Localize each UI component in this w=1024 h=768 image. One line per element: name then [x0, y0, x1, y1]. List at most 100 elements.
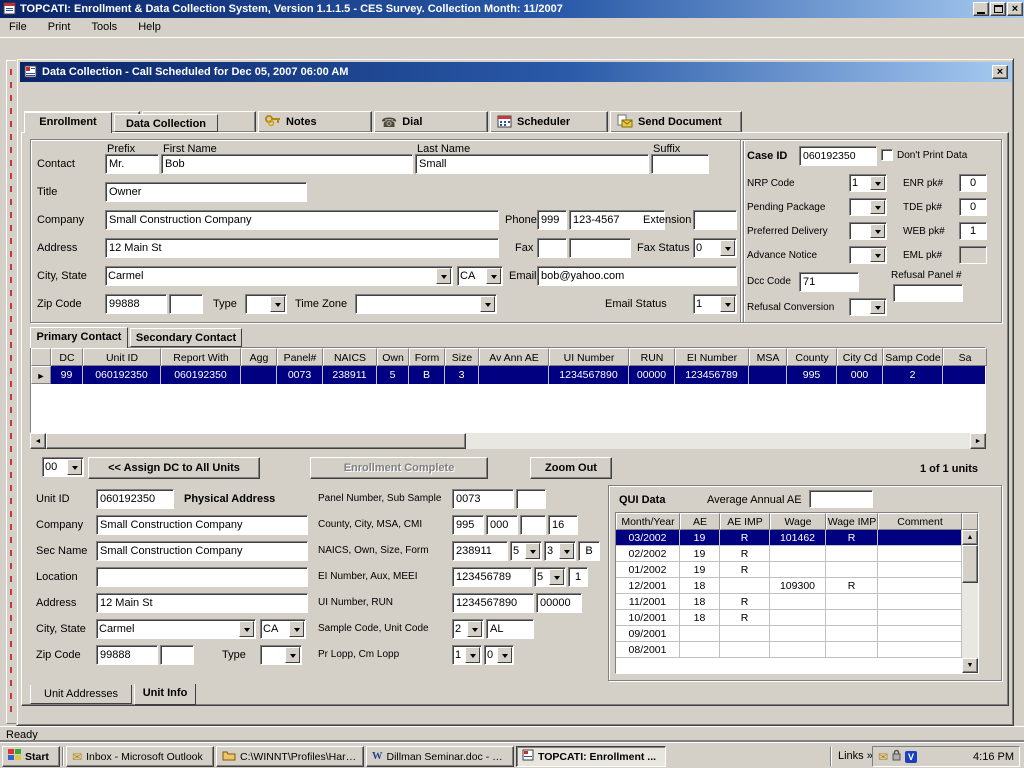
menu-print[interactable]: Print	[39, 18, 80, 35]
maximize-button[interactable]	[990, 2, 1006, 16]
refusal-conversion-select[interactable]	[849, 298, 887, 316]
col-header-naics[interactable]: NAICS	[323, 348, 377, 366]
qui-row[interactable]: 02/200219R	[616, 546, 978, 562]
col-header-agg[interactable]: Agg	[241, 348, 277, 366]
col-header-ui-number[interactable]: UI Number	[549, 348, 629, 366]
size-select[interactable]: 3	[544, 541, 576, 561]
qui-col-ae[interactable]: AE	[680, 513, 720, 530]
unit-type-select[interactable]	[260, 645, 302, 665]
start-button[interactable]: Start	[2, 746, 60, 767]
col-header-report-with[interactable]: Report With	[161, 348, 241, 366]
type-select[interactable]	[245, 294, 287, 314]
own-select[interactable]: 5	[510, 541, 542, 561]
qui-row[interactable]: 10/200118R	[616, 610, 978, 626]
close-button[interactable]: ×	[1007, 2, 1023, 16]
qui-row[interactable]: 08/2001	[616, 642, 978, 658]
col-header-city-cd[interactable]: City Cd	[837, 348, 883, 366]
qui-col-ae-imp[interactable]: AE IMP	[720, 513, 770, 530]
menu-help[interactable]: Help	[129, 18, 170, 35]
dc-select[interactable]: 00	[42, 457, 84, 477]
qui-col-wage-imp[interactable]: Wage IMP	[826, 513, 878, 530]
panel-number-field[interactable]: 0073	[452, 489, 514, 509]
col-header-own[interactable]: Own	[377, 348, 409, 366]
run-field[interactable]: 00000	[536, 593, 582, 613]
email-field[interactable]: bob@yahoo.com	[537, 266, 737, 286]
tab-primary-contact[interactable]: Primary Contact	[30, 327, 128, 348]
last-name-field[interactable]: Small	[415, 154, 649, 174]
send-document-button[interactable]: Send Document	[610, 111, 742, 133]
fax-area-field[interactable]	[537, 238, 567, 258]
city-select[interactable]: Carmel	[105, 266, 453, 286]
title-field[interactable]: Owner	[105, 182, 307, 202]
extension-field[interactable]	[693, 210, 737, 230]
qui-row[interactable]: 09/2001	[616, 626, 978, 642]
ei-number-field[interactable]: 123456789	[452, 567, 532, 587]
col-header-dc[interactable]: DC	[51, 348, 83, 366]
fax-status-select[interactable]: 0	[693, 238, 737, 258]
zip-ext-field[interactable]	[169, 294, 203, 314]
units-grid-row[interactable]: ► 99 060192350 060192350 0073 238911 5 B…	[31, 366, 985, 384]
sub-sample-field[interactable]	[516, 489, 546, 509]
unit-company-field[interactable]: Small Construction Company	[96, 515, 308, 535]
menu-file[interactable]: File	[0, 18, 36, 35]
cm-lopp-select[interactable]: 0	[484, 645, 514, 665]
col-header-panel[interactable]: Panel#	[277, 348, 323, 366]
taskbar-item-topcati[interactable]: TOPCATI: Enrollment ...	[516, 746, 666, 767]
phone-area-field[interactable]: 999	[537, 210, 567, 230]
qui-col-comment[interactable]: Comment	[878, 513, 962, 530]
links-toolbar[interactable]: Links »	[838, 750, 873, 762]
naics-field[interactable]: 238911	[452, 541, 508, 561]
assign-dc-button[interactable]: << Assign DC to All Units	[88, 457, 260, 479]
qui-scroll-up-button[interactable]: ▲	[962, 530, 978, 545]
col-header-unit-id[interactable]: Unit ID	[83, 348, 161, 366]
col-header-form[interactable]: Form	[409, 348, 445, 366]
sample-code-select[interactable]: 2	[452, 619, 484, 639]
county-field[interactable]: 995	[452, 515, 484, 535]
scheduler-button[interactable]: Scheduler	[490, 111, 608, 133]
cmi-field[interactable]: 16	[548, 515, 578, 535]
ui-number-field[interactable]: 1234567890	[452, 593, 534, 613]
advance-notice-select[interactable]	[849, 246, 887, 264]
nrp-code-select[interactable]: 1	[849, 174, 887, 192]
unit-code-field[interactable]: AL	[486, 619, 534, 639]
unit-city-select[interactable]: Carmel	[96, 619, 256, 639]
col-header-av-ann-ae[interactable]: Av Ann AE	[479, 348, 549, 366]
hscroll-thumb[interactable]	[46, 433, 466, 449]
tab-enrollment[interactable]: Enrollment	[24, 112, 112, 133]
qui-row[interactable]: 03/200219R101462R	[616, 530, 978, 546]
timezone-select[interactable]	[355, 294, 497, 314]
scroll-right-button[interactable]: ►	[970, 433, 986, 449]
pr-lopp-select[interactable]: 1	[452, 645, 482, 665]
qui-row[interactable]: 01/200219R	[616, 562, 978, 578]
first-name-field[interactable]: Bob	[161, 154, 413, 174]
dial-button[interactable]: ☎ Dial	[374, 111, 488, 133]
notes-button[interactable]: Notes	[258, 111, 372, 133]
city-code-field[interactable]: 000	[486, 515, 518, 535]
prefix-field[interactable]: Mr.	[105, 154, 159, 174]
col-header-samp-code[interactable]: Samp Code	[883, 348, 943, 366]
unit-address-field[interactable]: 12 Main St	[96, 593, 308, 613]
tab-unit-info[interactable]: Unit Info	[134, 684, 196, 705]
window-close-button[interactable]: ×	[992, 65, 1008, 79]
dcc-code-field[interactable]: 71	[799, 272, 859, 292]
msa-field[interactable]	[520, 515, 546, 535]
col-header-county[interactable]: County	[787, 348, 837, 366]
unit-zip-field[interactable]: 99888	[96, 645, 158, 665]
preferred-delivery-select[interactable]	[849, 222, 887, 240]
taskbar-item-word[interactable]: W Dillman Seminar.doc - Mic...	[366, 746, 514, 767]
fax-number-field[interactable]	[569, 238, 631, 258]
tray-antivirus-icon[interactable]: V	[905, 751, 917, 763]
scroll-left-button[interactable]: ◄	[30, 433, 46, 449]
address-field[interactable]: 12 Main St	[105, 238, 499, 258]
col-header-size[interactable]: Size	[445, 348, 479, 366]
tab-secondary-contact[interactable]: Secondary Contact	[130, 328, 242, 347]
sec-name-field[interactable]: Small Construction Company	[96, 541, 308, 561]
qui-scroll-down-button[interactable]: ▼	[962, 658, 978, 673]
qui-col-month[interactable]: Month/Year	[616, 513, 680, 530]
qui-vscroll-thumb[interactable]	[962, 545, 978, 583]
dont-print-checkbox[interactable]	[881, 149, 893, 161]
taskbar-item-explorer[interactable]: C:\WINNT\Profiles\Harre...	[216, 746, 364, 767]
zoom-out-button[interactable]: Zoom Out	[530, 457, 612, 479]
row-indicator[interactable]: ►	[31, 366, 51, 384]
col-header-ei-number[interactable]: EI Number	[675, 348, 749, 366]
